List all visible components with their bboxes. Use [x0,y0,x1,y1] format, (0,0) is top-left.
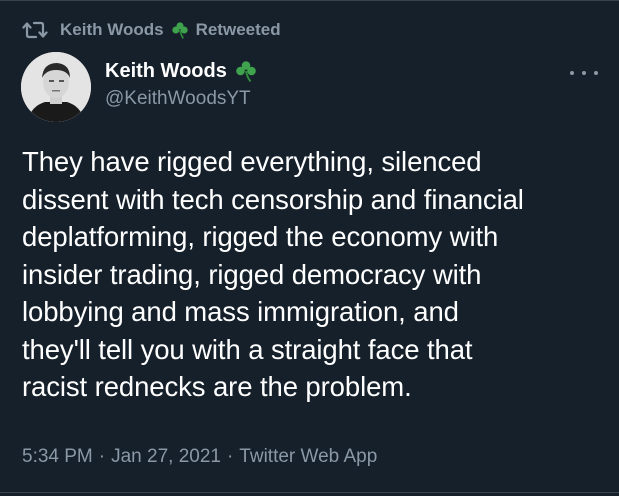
shamrock-icon [234,59,258,83]
tweet-line: they'll tell you with a straight face th… [22,333,473,365]
top-divider [0,0,619,1]
dot [594,71,598,75]
author-handle[interactable]: @KeithWoodsYT [105,88,258,110]
author-name-row[interactable]: Keith Woods [105,58,258,84]
retweet-banner[interactable]: Keith Woods Retweeted [22,18,281,42]
tweet-line: racist rednecks are the problem. [22,371,412,402]
dot [570,71,574,75]
tweet-source[interactable]: Twitter Web App [239,446,377,467]
tweet-line: insider trading, rigged democracy with [22,258,482,290]
tweet-line: deplatforming, rigged the economy with [22,221,499,252]
shamrock-icon [170,20,190,40]
tweet-line: dissent with tech censorship and financi… [22,183,524,215]
avatar[interactable] [21,52,91,122]
retweet-icon [22,20,48,40]
tweet-meta: 5:34 PM · Jan 27, 2021 · Twitter Web App [22,446,377,468]
author-display-name[interactable]: Keith Woods [105,60,227,83]
bottom-divider [0,492,619,493]
author-block: Keith Woods @KeithWoodsYT [105,58,258,110]
tweet-line: lobbying and mass immigration, and [22,296,459,327]
tweet-time[interactable]: 5:34 PM [22,446,93,467]
tweet-date[interactable]: Jan 27, 2021 [111,446,221,467]
meta-separator: · [226,446,234,467]
meta-separator: · [98,446,106,467]
retweeter-name[interactable]: Keith Woods [60,20,164,40]
dot [582,71,586,75]
more-options-icon[interactable] [570,66,598,80]
tweet-text: They have rigged everything, silenced di… [22,143,607,406]
tweet-line: They have rigged everything, silenced [22,146,482,177]
retweeted-label: Retweeted [195,20,281,39]
